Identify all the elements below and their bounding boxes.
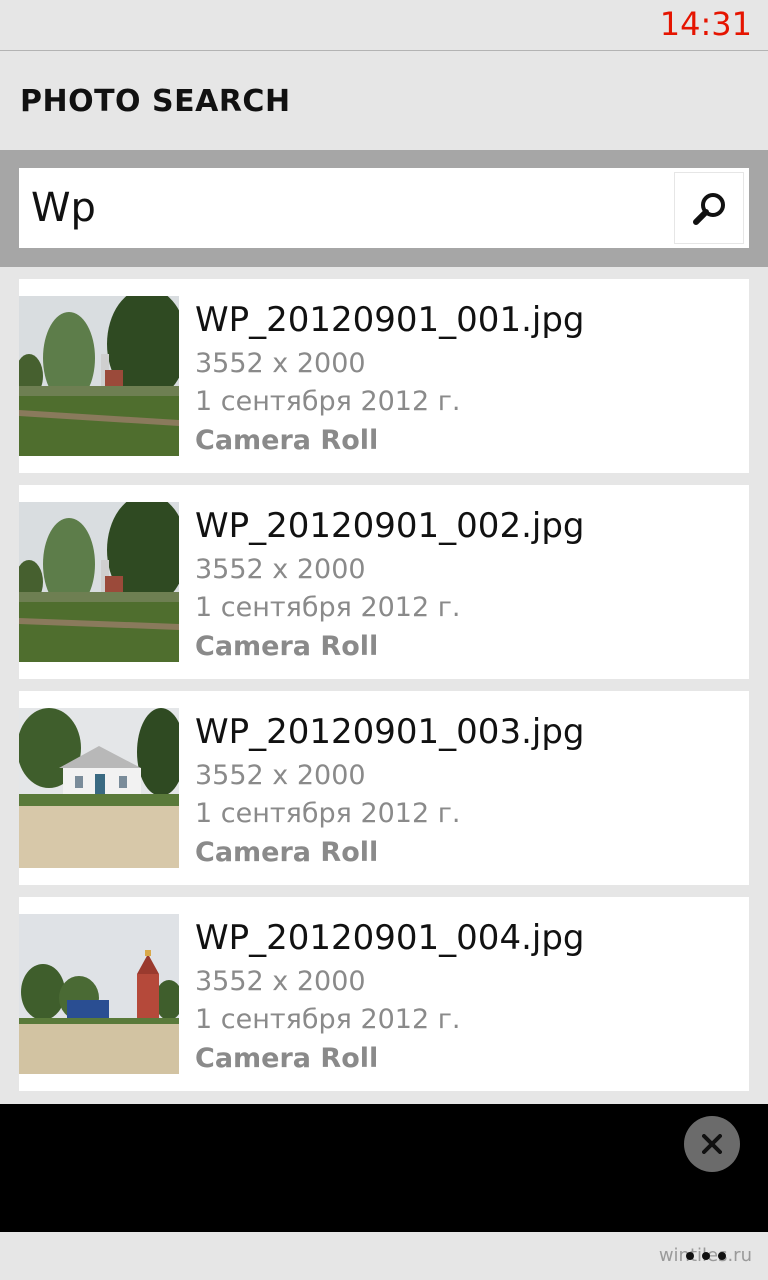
result-item-4[interactable]: WP_20120901_004.jpg 3552 x 2000 1 сентяб…: [19, 897, 749, 1091]
result-item-2[interactable]: WP_20120901_002.jpg 3552 x 2000 1 сентяб…: [19, 485, 749, 679]
photo-thumbnail: [19, 708, 179, 868]
album-name: Camera Roll: [195, 425, 379, 456]
search-button[interactable]: [674, 172, 744, 244]
photo-date: 1 сентября 2012 г.: [195, 1004, 461, 1035]
close-icon: [702, 1134, 722, 1154]
file-name: WP_20120901_001.jpg: [195, 300, 585, 340]
overlay-bar: [0, 1104, 768, 1232]
more-button[interactable]: [684, 1244, 734, 1268]
album-name: Camera Roll: [195, 631, 379, 662]
search-icon: [693, 193, 725, 225]
photo-dimensions: 3552 x 2000: [195, 966, 366, 997]
photo-dimensions: 3552 x 2000: [195, 760, 366, 791]
close-button[interactable]: [684, 1116, 740, 1172]
photo-thumbnail: [19, 914, 179, 1074]
photo-date: 1 сентября 2012 г.: [195, 592, 461, 623]
file-name: WP_20120901_003.jpg: [195, 712, 585, 752]
app-bar: [0, 1232, 768, 1280]
photo-date: 1 сентября 2012 г.: [195, 386, 461, 417]
status-bar: 14:31: [0, 0, 768, 51]
album-name: Camera Roll: [195, 1043, 379, 1074]
results-list: WP_20120901_001.jpg 3552 x 2000 1 сентяб…: [19, 279, 749, 1103]
photo-dimensions: 3552 x 2000: [195, 554, 366, 585]
more-icon: [718, 1252, 726, 1260]
result-item-1[interactable]: WP_20120901_001.jpg 3552 x 2000 1 сентяб…: [19, 279, 749, 473]
file-name: WP_20120901_002.jpg: [195, 506, 585, 546]
photo-dimensions: 3552 x 2000: [195, 348, 366, 379]
search-input[interactable]: [19, 168, 674, 248]
photo-thumbnail: [19, 502, 179, 662]
status-time: 14:31: [659, 5, 752, 43]
photo-date: 1 сентября 2012 г.: [195, 798, 461, 829]
search-box: [19, 168, 749, 248]
photo-thumbnail: [19, 296, 179, 456]
file-name: WP_20120901_004.jpg: [195, 918, 585, 958]
album-name: Camera Roll: [195, 837, 379, 868]
result-item-3[interactable]: WP_20120901_003.jpg 3552 x 2000 1 сентяб…: [19, 691, 749, 885]
more-icon: [686, 1252, 694, 1260]
page-title: PHOTO SEARCH: [20, 84, 291, 119]
more-icon: [702, 1252, 710, 1260]
